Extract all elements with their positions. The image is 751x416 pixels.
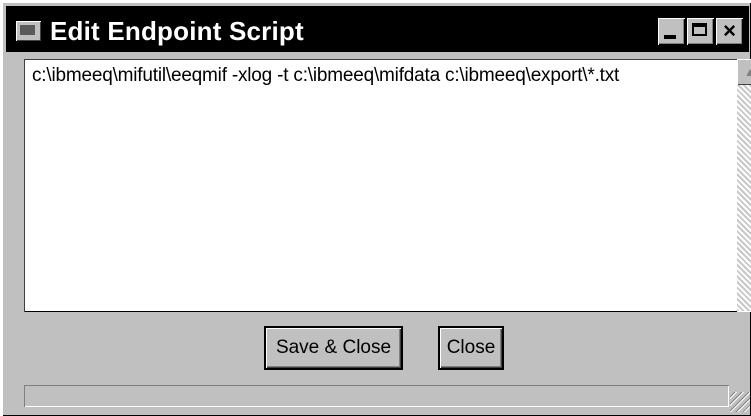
minimize-icon bbox=[664, 35, 676, 39]
maximize-button[interactable] bbox=[687, 18, 714, 45]
status-bar bbox=[24, 385, 729, 407]
script-text[interactable]: c:\ibmeeq\mifutil\eeqmif -xlog -t c:\ibm… bbox=[32, 63, 619, 89]
scroll-down-button[interactable]: ▼ bbox=[737, 311, 751, 312]
resize-grip-icon[interactable] bbox=[730, 392, 750, 412]
scroll-up-button[interactable]: ▲ bbox=[737, 59, 751, 85]
close-icon: × bbox=[723, 18, 736, 43]
edit-endpoint-script-window: Edit Endpoint Script × c:\ibmeeq\mifutil… bbox=[2, 2, 751, 416]
vertical-scrollbar[interactable]: ▲ ▼ bbox=[737, 59, 751, 312]
up-arrow-icon: ▲ bbox=[744, 65, 751, 79]
close-window-button[interactable]: × bbox=[716, 18, 743, 45]
script-editor[interactable]: c:\ibmeeq\mifutil\eeqmif -xlog -t c:\ibm… bbox=[24, 59, 751, 312]
close-button[interactable]: Close bbox=[440, 328, 502, 368]
minimize-button[interactable] bbox=[658, 18, 685, 45]
save-and-close-button[interactable]: Save & Close bbox=[266, 328, 401, 368]
title-bar[interactable]: Edit Endpoint Script × bbox=[6, 6, 749, 52]
window-title: Edit Endpoint Script bbox=[50, 16, 304, 46]
maximize-icon bbox=[692, 23, 707, 36]
app-icon[interactable] bbox=[16, 21, 41, 41]
